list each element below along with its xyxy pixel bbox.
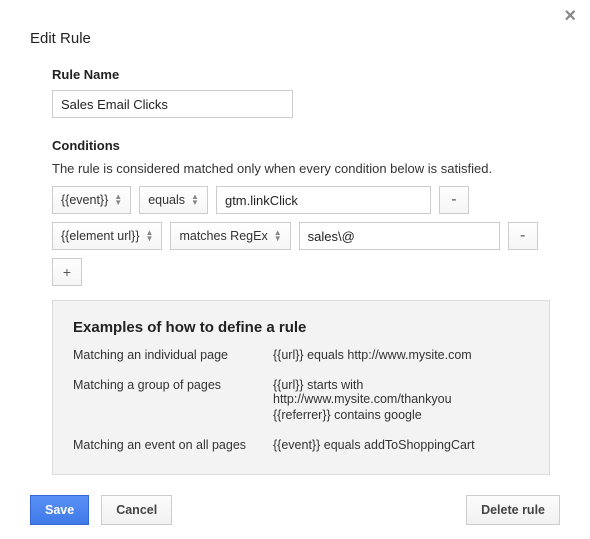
add-condition-button[interactable]: +	[52, 258, 82, 286]
select-value: {{element url}}	[61, 229, 140, 243]
example-label: Matching an individual page	[73, 348, 273, 364]
stepper-icon: ▲▼	[274, 230, 282, 242]
examples-panel: Examples of how to define a rule Matchin…	[52, 300, 550, 475]
select-value: matches RegEx	[179, 229, 267, 243]
example-label: Matching an event on all pages	[73, 438, 273, 454]
condition-value-input[interactable]	[299, 222, 500, 250]
condition-variable-select[interactable]: {{element url}} ▲▼	[52, 222, 162, 250]
condition-operator-select[interactable]: matches RegEx ▲▼	[170, 222, 290, 250]
cancel-button[interactable]: Cancel	[101, 495, 172, 525]
condition-value-input[interactable]	[216, 186, 431, 214]
condition-row: {{event}} ▲▼ equals ▲▼ -	[52, 186, 550, 214]
remove-condition-button[interactable]: -	[439, 186, 469, 214]
examples-title: Examples of how to define a rule	[73, 319, 529, 336]
stepper-icon: ▲▼	[146, 230, 154, 242]
example-line: {{referrer}} contains google	[273, 408, 529, 422]
dialog-title: Edit Rule	[0, 0, 590, 47]
example-row: Matching an individual page {{url}} equa…	[73, 348, 529, 364]
condition-variable-select[interactable]: {{event}} ▲▼	[52, 186, 131, 214]
condition-operator-select[interactable]: equals ▲▼	[139, 186, 208, 214]
rule-name-label: Rule Name	[52, 67, 550, 82]
remove-condition-button[interactable]: -	[508, 222, 538, 250]
stepper-icon: ▲▼	[114, 194, 122, 206]
rule-name-input[interactable]	[52, 90, 293, 118]
example-line: {{url}} equals http://www.mysite.com	[273, 348, 529, 362]
conditions-label: Conditions	[52, 138, 550, 153]
save-button[interactable]: Save	[30, 495, 89, 525]
dialog-footer: Save Cancel Delete rule	[0, 495, 590, 525]
condition-row: {{element url}} ▲▼ matches RegEx ▲▼ -	[52, 222, 550, 250]
example-row: Matching a group of pages {{url}} starts…	[73, 378, 529, 424]
example-label: Matching a group of pages	[73, 378, 273, 424]
example-row: Matching an event on all pages {{event}}…	[73, 438, 529, 454]
add-condition-row: +	[52, 258, 550, 286]
example-line: {{event}} equals addToShoppingCart	[273, 438, 529, 452]
edit-rule-dialog: × Edit Rule Rule Name Conditions The rul…	[0, 0, 590, 539]
conditions-help-text: The rule is considered matched only when…	[52, 161, 550, 176]
close-icon[interactable]: ×	[564, 6, 576, 26]
stepper-icon: ▲▼	[191, 194, 199, 206]
example-line: {{url}} starts with http://www.mysite.co…	[273, 378, 529, 406]
select-value: equals	[148, 193, 185, 207]
delete-rule-button[interactable]: Delete rule	[466, 495, 560, 525]
select-value: {{event}}	[61, 193, 108, 207]
